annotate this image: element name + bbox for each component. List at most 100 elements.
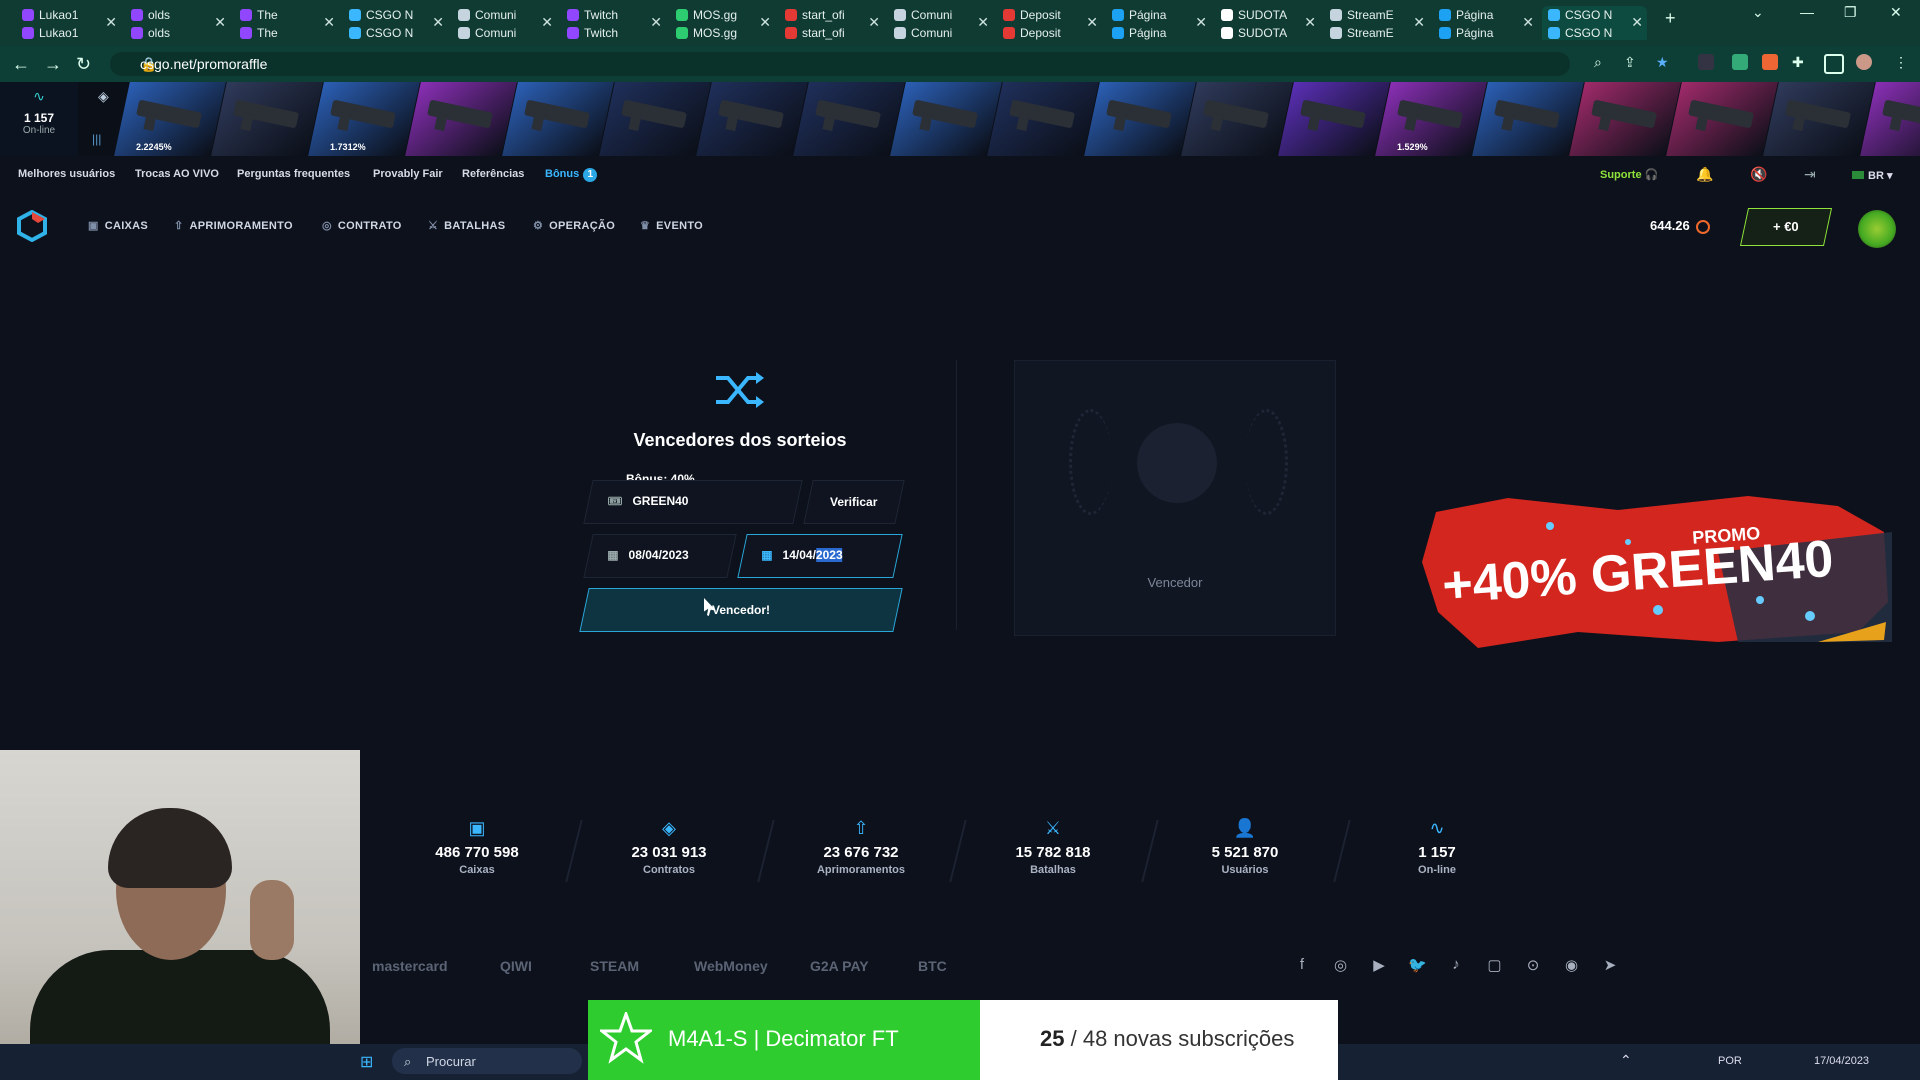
- windows-start-icon[interactable]: ⊞: [360, 1052, 373, 1072]
- live-drop-item[interactable]: [890, 82, 1002, 156]
- profile-icon[interactable]: [1856, 54, 1872, 70]
- tray-chevron-icon[interactable]: ⌃: [1620, 1052, 1632, 1069]
- live-drop-item[interactable]: [1181, 82, 1293, 156]
- live-drop-item[interactable]: [987, 82, 1099, 156]
- menu-referrals[interactable]: Referências: [462, 168, 524, 180]
- live-drop-item[interactable]: [1763, 82, 1875, 156]
- browser-tab[interactable]: Comuni Comuni ✕: [888, 6, 993, 40]
- reddit-icon[interactable]: ◉: [1562, 956, 1582, 976]
- new-tab-button[interactable]: +: [1665, 8, 1676, 29]
- extension-icon[interactable]: [1762, 54, 1778, 70]
- tab-close-icon[interactable]: ✕: [541, 14, 553, 31]
- steam-icon[interactable]: ⊙: [1523, 956, 1543, 976]
- share-icon[interactable]: ⇪: [1624, 54, 1636, 71]
- tab-search-icon[interactable]: ⌄: [1752, 4, 1764, 21]
- browser-tab[interactable]: Twitch Twitch ✕: [561, 6, 666, 40]
- extension-icon[interactable]: [1698, 54, 1714, 70]
- date-from-field[interactable]: ▦ 08/04/2023: [583, 534, 737, 578]
- date-to-field[interactable]: ▦ 14/04/2023: [737, 534, 903, 578]
- mute-icon[interactable]: 🔇: [1750, 166, 1767, 183]
- live-drop-item[interactable]: [1569, 82, 1681, 156]
- restore-button[interactable]: ❐: [1844, 4, 1857, 21]
- twitter-icon[interactable]: 🐦: [1408, 956, 1428, 976]
- promo-banner[interactable]: +40% GREEN40 PROMO: [1418, 492, 1892, 652]
- live-drop-item[interactable]: [1084, 82, 1196, 156]
- browser-tab[interactable]: Comuni Comuni ✕: [452, 6, 557, 40]
- tab-close-icon[interactable]: ✕: [1631, 14, 1643, 31]
- filter-bars-icon[interactable]: |||: [92, 132, 101, 146]
- url-field[interactable]: 🔒 csgo.net/promoraffle: [110, 52, 1570, 76]
- menu-faq[interactable]: Perguntas frequentes: [237, 168, 350, 180]
- tab-close-icon[interactable]: ✕: [759, 14, 771, 31]
- bell-icon[interactable]: 🔔: [1696, 166, 1713, 183]
- deposit-button[interactable]: + €0: [1739, 208, 1833, 246]
- live-drop-item[interactable]: [599, 82, 711, 156]
- reload-icon[interactable]: ↻: [76, 54, 91, 75]
- tab-close-icon[interactable]: ✕: [323, 14, 335, 31]
- back-icon[interactable]: ←: [12, 54, 30, 75]
- facebook-icon[interactable]: f: [1292, 956, 1312, 976]
- browser-tab[interactable]: MOS.gg MOS.gg ✕: [670, 6, 775, 40]
- browser-tab[interactable]: SUDOTA SUDOTA ✕: [1215, 6, 1320, 40]
- bookmark-star-icon[interactable]: ★: [1656, 54, 1669, 71]
- zoom-icon[interactable]: ⌕: [1594, 54, 1602, 71]
- balance[interactable]: 644.26: [1650, 218, 1710, 234]
- browser-tab[interactable]: Deposit Deposit ✕: [997, 6, 1102, 40]
- tab-close-icon[interactable]: ✕: [1086, 14, 1098, 31]
- verify-button[interactable]: Verificar: [803, 480, 905, 524]
- live-drop-item[interactable]: [1472, 82, 1584, 156]
- browser-tab[interactable]: StreamE StreamE ✕: [1324, 6, 1429, 40]
- browser-tab[interactable]: Página Página ✕: [1106, 6, 1211, 40]
- tab-close-icon[interactable]: ✕: [650, 14, 662, 31]
- live-drop-item[interactable]: [502, 82, 614, 156]
- nav-batalhas[interactable]: ⚔ BATALHAS: [428, 219, 505, 232]
- browser-tab[interactable]: CSGO N CSGO N ✕: [1542, 6, 1647, 40]
- forward-icon[interactable]: →: [44, 54, 62, 75]
- taskbar-language[interactable]: POR: [1718, 1055, 1742, 1067]
- tab-close-icon[interactable]: ✕: [432, 14, 444, 31]
- instagram-icon[interactable]: ◎: [1331, 956, 1351, 976]
- live-drop-item[interactable]: [793, 82, 905, 156]
- extensions-puzzle-icon[interactable]: ✚: [1792, 54, 1804, 71]
- close-window-button[interactable]: ✕: [1890, 4, 1902, 21]
- twitch-icon[interactable]: ▢: [1485, 956, 1505, 976]
- tab-close-icon[interactable]: ✕: [1413, 14, 1425, 31]
- tab-close-icon[interactable]: ✕: [1304, 14, 1316, 31]
- browser-tab[interactable]: The The ✕: [234, 6, 339, 40]
- youtube-icon[interactable]: ▶: [1369, 956, 1389, 976]
- taskbar-search[interactable]: ⌕ Procurar: [392, 1048, 582, 1074]
- extension-icon[interactable]: [1732, 54, 1748, 70]
- menu-top-users[interactable]: Melhores usuários: [18, 168, 115, 180]
- live-drop-item[interactable]: 2.2245%: [114, 82, 226, 156]
- live-drop-item[interactable]: 1.7312%: [308, 82, 420, 156]
- telegram-icon[interactable]: ➤: [1600, 956, 1620, 976]
- tab-close-icon[interactable]: ✕: [868, 14, 880, 31]
- menu-live-trades[interactable]: Trocas AO VIVO: [135, 168, 219, 180]
- nav-aprimoramento[interactable]: ⇧ APRIMORAMENTO: [174, 219, 293, 232]
- tab-close-icon[interactable]: ✕: [105, 14, 117, 31]
- site-logo[interactable]: [16, 210, 48, 242]
- menu-kebab-icon[interactable]: ⋮: [1894, 54, 1908, 71]
- tiktok-icon[interactable]: ♪: [1446, 956, 1466, 976]
- tab-close-icon[interactable]: ✕: [214, 14, 226, 31]
- browser-tab[interactable]: CSGO N CSGO N ✕: [343, 6, 448, 40]
- gem-icon[interactable]: ◈: [98, 88, 109, 105]
- live-drop-item[interactable]: [1666, 82, 1778, 156]
- tab-close-icon[interactable]: ✕: [1522, 14, 1534, 31]
- language-selector[interactable]: BR ▾: [1852, 169, 1892, 182]
- tab-close-icon[interactable]: ✕: [977, 14, 989, 31]
- promo-code-field[interactable]: 🎟 GREEN40: [583, 480, 803, 524]
- logout-icon[interactable]: ⇥: [1804, 166, 1816, 183]
- menu-bonus[interactable]: Bônus 1: [545, 168, 598, 182]
- nav-contrato[interactable]: ◎ CONTRATO: [322, 219, 402, 232]
- support-link[interactable]: Suporte 🎧: [1600, 168, 1658, 181]
- sidebar-icon[interactable]: [1824, 54, 1844, 74]
- live-drop-item[interactable]: [405, 82, 517, 156]
- winner-button[interactable]: Vencedor!: [579, 588, 903, 632]
- browser-tab[interactable]: olds olds ✕: [125, 6, 230, 40]
- nav-operação[interactable]: ⚙ OPERAÇÃO: [533, 219, 615, 232]
- user-avatar[interactable]: [1858, 210, 1896, 248]
- live-drop-item[interactable]: [1278, 82, 1390, 156]
- live-drop-item[interactable]: 1.529%: [1375, 82, 1487, 156]
- browser-tab[interactable]: Página Página ✕: [1433, 6, 1538, 40]
